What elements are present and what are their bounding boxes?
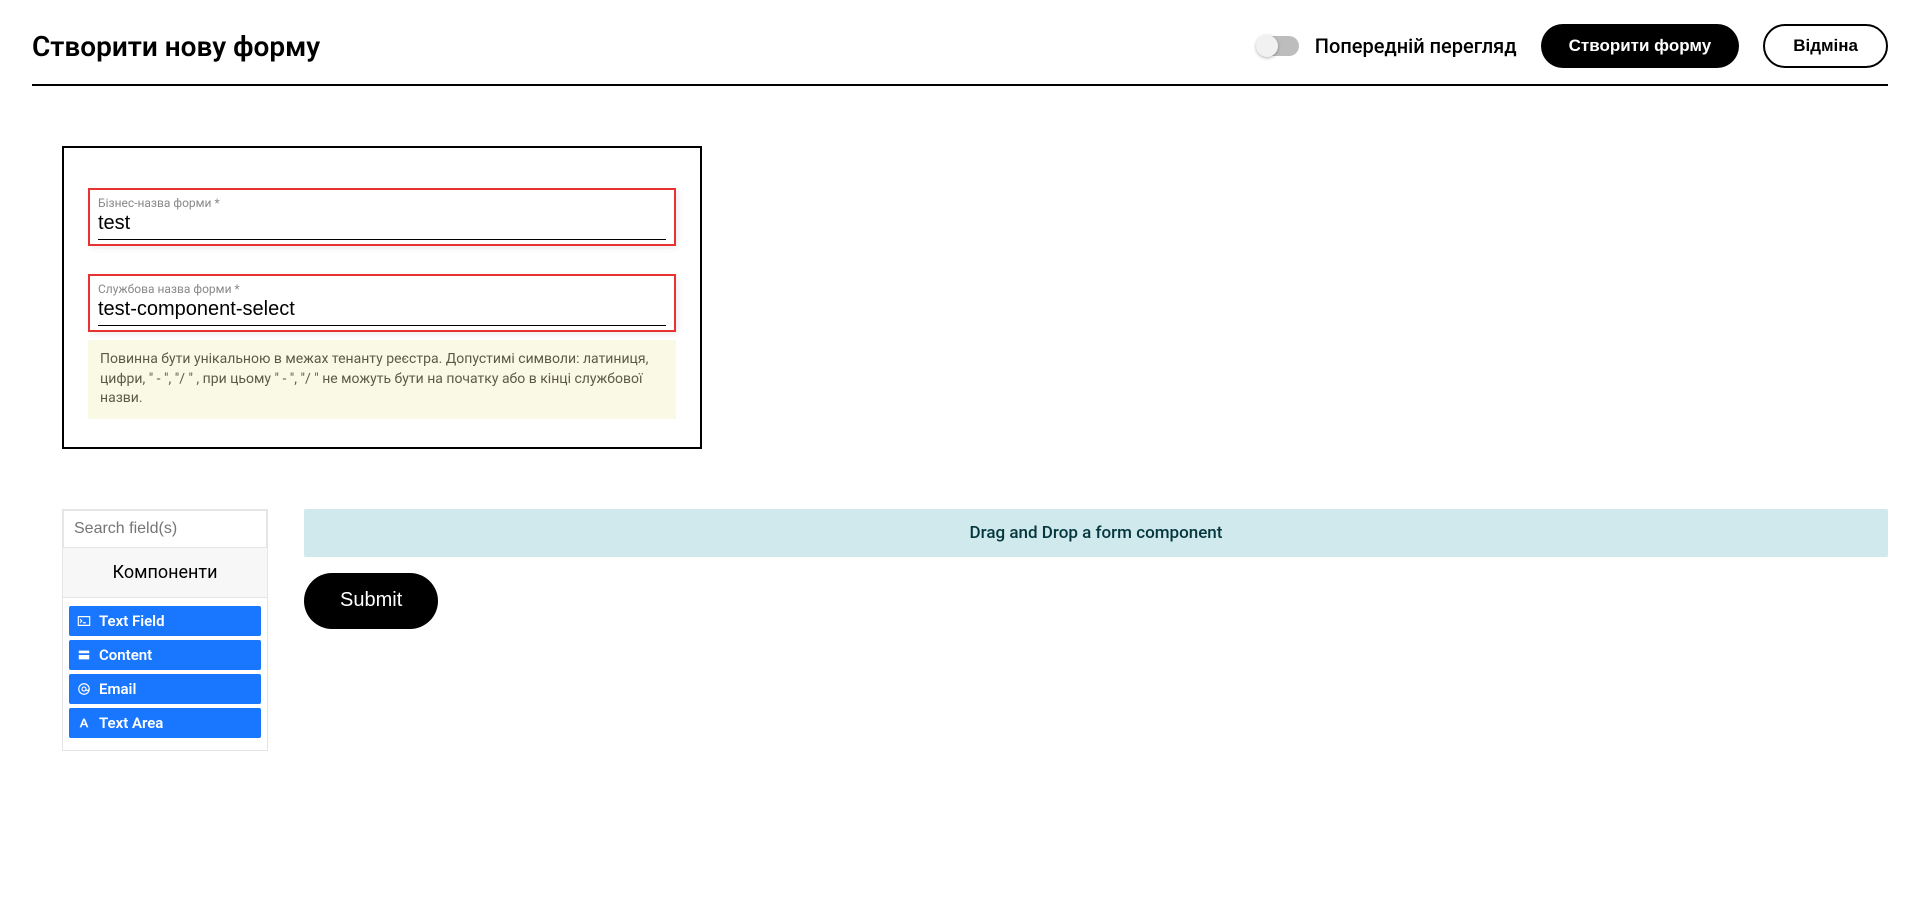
form-settings-card: Бізнес-назва форми * Службова назва форм… xyxy=(62,146,702,449)
component-content[interactable]: Content xyxy=(69,640,261,670)
components-header: Компоненти xyxy=(63,548,267,598)
component-label: Content xyxy=(99,646,152,664)
business-name-label: Бізнес-назва форми * xyxy=(98,196,666,210)
page-title: Створити нову форму xyxy=(32,30,320,63)
search-input[interactable] xyxy=(63,510,267,548)
toggle-knob xyxy=(1256,35,1278,57)
at-icon xyxy=(77,682,91,696)
preview-toggle[interactable] xyxy=(1259,36,1299,56)
service-name-field-box: Службова назва форми * xyxy=(88,274,676,332)
component-label: Email xyxy=(99,680,136,698)
components-list: Text Field Content Email Text Area xyxy=(63,598,267,750)
component-text-field[interactable]: Text Field xyxy=(69,606,261,636)
font-icon xyxy=(77,716,91,730)
form-canvas: Drag and Drop a form component Submit xyxy=(304,509,1888,629)
preview-toggle-group: Попередній перегляд xyxy=(1259,34,1517,58)
cancel-button[interactable]: Відміна xyxy=(1763,24,1888,68)
business-name-input[interactable] xyxy=(98,210,666,240)
drop-zone[interactable]: Drag and Drop a form component xyxy=(304,509,1888,557)
service-name-helper: Повинна бути унікальною в межах тенанту … xyxy=(88,340,676,419)
header-bar: Створити нову форму Попередній перегляд … xyxy=(32,24,1888,86)
preview-toggle-label: Попередній перегляд xyxy=(1315,34,1517,58)
form-builder: Компоненти Text Field Content Email Text… xyxy=(62,509,1888,751)
create-form-button[interactable]: Створити форму xyxy=(1541,24,1740,68)
business-name-field-box: Бізнес-назва форми * xyxy=(88,188,676,246)
component-text-area[interactable]: Text Area xyxy=(69,708,261,738)
terminal-icon xyxy=(77,614,91,628)
component-label: Text Area xyxy=(99,714,163,732)
header-actions: Попередній перегляд Створити форму Відмі… xyxy=(1259,24,1888,68)
service-name-input[interactable] xyxy=(98,296,666,326)
component-email[interactable]: Email xyxy=(69,674,261,704)
component-label: Text Field xyxy=(99,612,165,630)
service-name-label: Службова назва форми * xyxy=(98,282,666,296)
submit-button[interactable]: Submit xyxy=(304,573,438,629)
components-sidebar: Компоненти Text Field Content Email Text… xyxy=(62,509,268,751)
card-icon xyxy=(77,648,91,662)
